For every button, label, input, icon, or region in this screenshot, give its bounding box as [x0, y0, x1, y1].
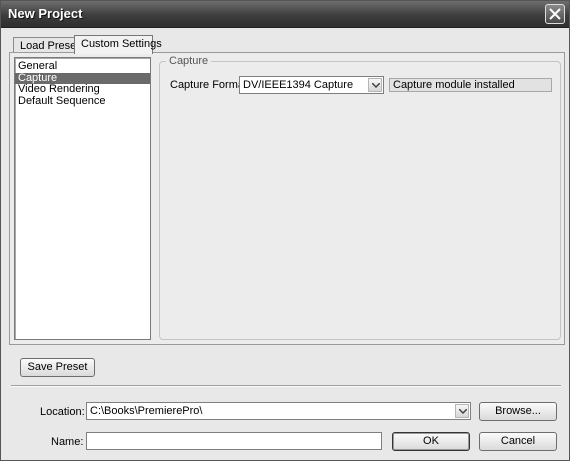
location-dropdown-arrow[interactable]	[455, 404, 469, 418]
new-project-dialog: New Project Load Preset Custom Settings …	[0, 0, 570, 461]
ok-button[interactable]: OK	[392, 432, 470, 451]
cancel-button[interactable]: Cancel	[479, 432, 557, 451]
save-preset-button[interactable]: Save Preset	[20, 358, 95, 377]
category-list[interactable]: General Capture Video Rendering Default …	[14, 57, 151, 340]
chevron-down-icon	[372, 83, 380, 88]
close-button[interactable]	[545, 4, 565, 24]
tab-custom-settings[interactable]: Custom Settings	[74, 35, 162, 54]
divider	[11, 385, 561, 387]
custom-settings-panel: General Capture Video Rendering Default …	[9, 52, 565, 345]
category-item-video-rendering[interactable]: Video Rendering	[15, 84, 150, 96]
name-label: Name:	[51, 436, 84, 448]
chevron-down-icon	[459, 409, 467, 414]
close-icon	[549, 8, 561, 20]
capture-format-dropdown-arrow[interactable]	[368, 78, 382, 92]
location-dropdown[interactable]: C:\Books\PremierePro\	[86, 402, 471, 420]
window-title: New Project	[8, 6, 83, 21]
location-value: C:\Books\PremierePro\	[90, 405, 203, 417]
location-label: Location:	[40, 406, 85, 418]
browse-button[interactable]: Browse...	[479, 402, 557, 421]
name-input[interactable]	[86, 432, 382, 450]
capture-group: Capture Capture Format: DV/IEEE1394 Capt…	[159, 55, 561, 340]
capture-format-dropdown[interactable]: DV/IEEE1394 Capture	[239, 76, 384, 94]
category-item-general[interactable]: General	[15, 61, 150, 73]
title-bar[interactable]: New Project	[1, 1, 569, 28]
category-item-default-sequence[interactable]: Default Sequence	[15, 95, 150, 108]
capture-status-field: Capture module installed	[389, 78, 552, 92]
capture-group-title: Capture	[166, 55, 212, 67]
capture-format-value: DV/IEEE1394 Capture	[243, 79, 354, 91]
